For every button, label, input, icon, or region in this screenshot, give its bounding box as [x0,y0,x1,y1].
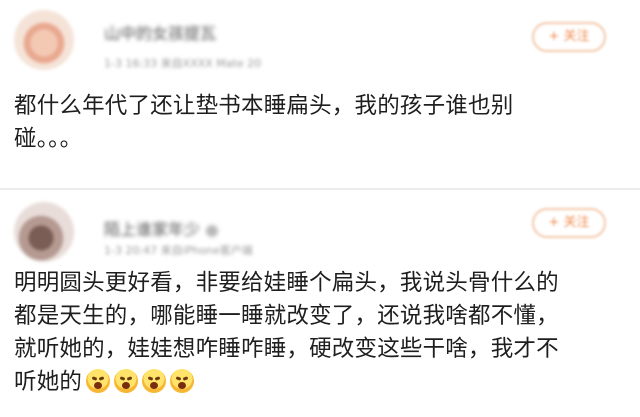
username[interactable]: 陌上谁家年少 [104,216,219,240]
avatar[interactable] [14,202,74,262]
avatar[interactable] [14,10,74,70]
comment-text-line: 都是天生的，哪能睡一睡就改变了，还说我啥都不懂， [14,303,559,329]
angry-face-icon [142,369,167,393]
comment-text-line: 明明圆头更好看，非要给娃睡个扁头，我说头骨什么的 [14,270,559,296]
follow-button[interactable]: + 关注 [532,22,606,52]
angry-face-icon [114,369,139,393]
comment-text-line: 就听她的，娃娃想咋睡咋睡，硬改变这些干啥，我才不 [14,336,559,362]
username-text: 陌上谁家年少 [104,220,201,239]
badge-icon [206,224,219,237]
follow-button[interactable]: + 关注 [532,208,606,238]
angry-face-icon [170,369,195,393]
comment-text: 明明圆头更好看，非要给娃睡个扁头，我说头骨什么的 都是天生的，哪能睡一睡就改变了… [14,267,614,403]
comment-text-line: 听她的 [14,366,614,403]
comment-text-line: 都什么年代了还让垫书本睡扁头，我的孩子谁也别 [14,93,514,119]
emoji-row [82,369,195,403]
comment-text-line: 碰。。。 [14,126,83,152]
comment-1: 山中的女孩提瓦 1-3 16:33 来自XXXX Mate 20 + 关注 都什… [0,0,640,190]
comment-text-end: 听她的 [14,369,83,395]
username[interactable]: 山中的女孩提瓦 [104,20,216,44]
comment-meta: 1-3 16:33 来自XXXX Mate 20 [104,57,262,70]
comment-meta: 1-3 20:47 来自iPhone客户端 [104,244,253,257]
comment-2: 陌上谁家年少 1-3 20:47 来自iPhone客户端 + 关注 明明圆头更好… [0,190,640,417]
angry-face-icon [86,369,111,393]
comment-text: 都什么年代了还让垫书本睡扁头，我的孩子谁也别 碰。。。 [14,90,614,156]
